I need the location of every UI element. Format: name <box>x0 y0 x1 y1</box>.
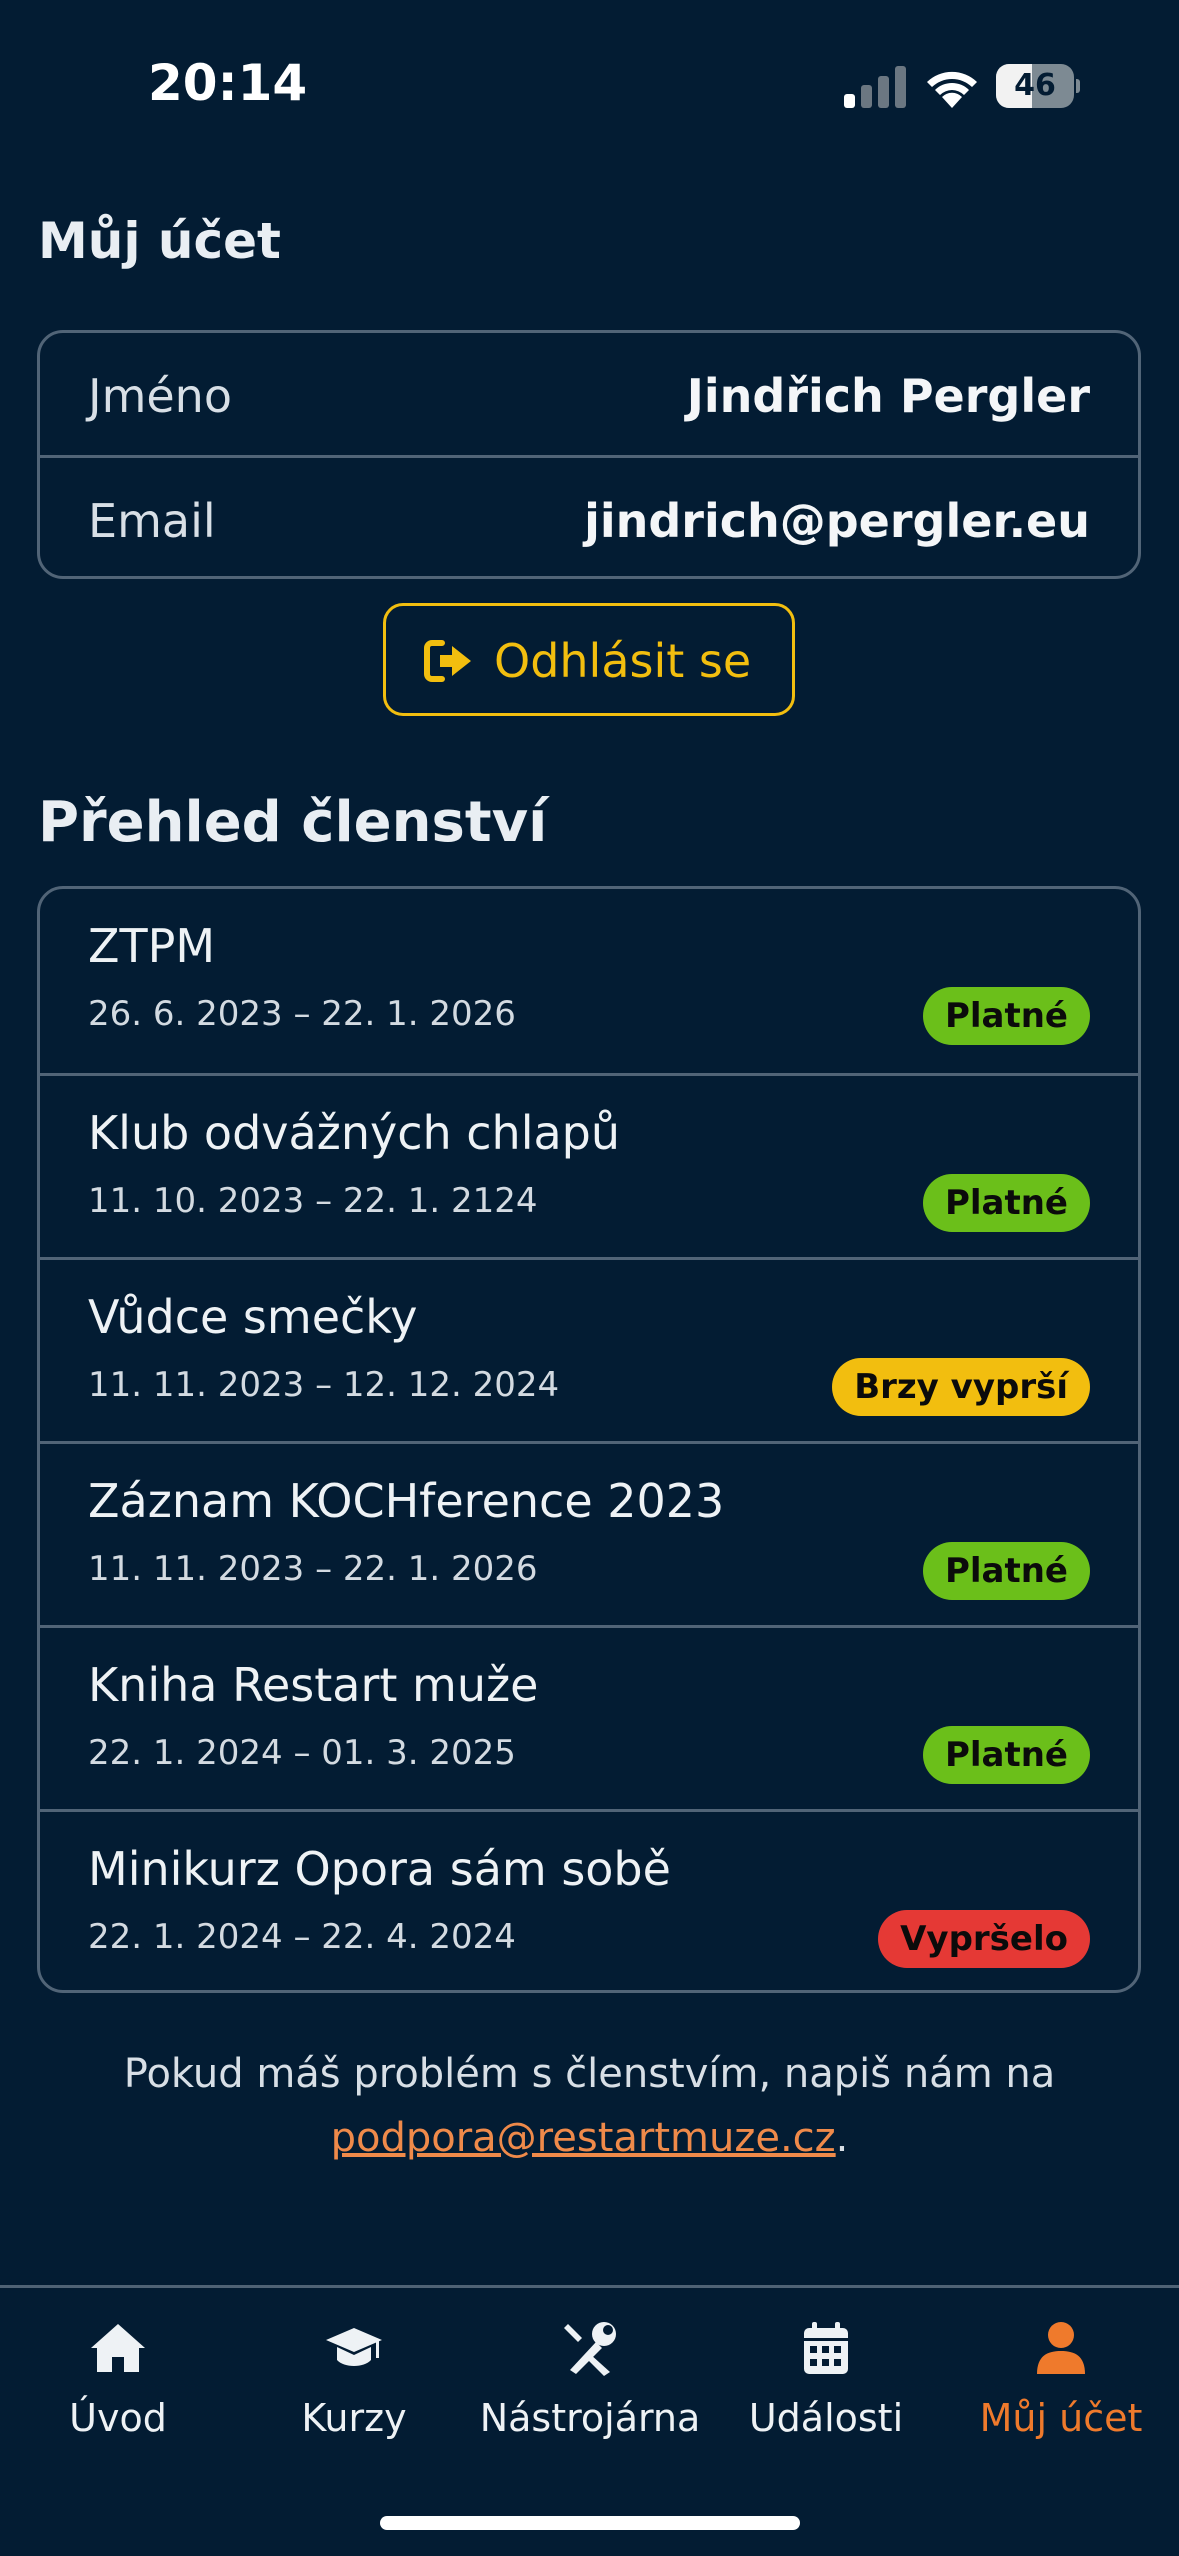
tab-tools[interactable]: Nástrojárna <box>472 2310 708 2450</box>
tab-courses[interactable]: Kurzy <box>236 2310 472 2450</box>
tools-icon <box>564 2322 616 2376</box>
status-badge: Platné <box>922 1174 1090 1232</box>
membership-name: Záznam KOCHference 2023 <box>88 1474 725 1528</box>
name-row: Jméno Jindřich Pergler <box>40 333 1138 455</box>
tab-label: Můj účet <box>979 2396 1143 2440</box>
support-email-link[interactable]: podpora@restartmuze.cz <box>331 2115 836 2161</box>
status-time: 20:14 <box>148 54 308 112</box>
email-label: Email <box>88 494 216 548</box>
home-icon <box>91 2324 145 2372</box>
status-badge: Platné <box>922 987 1090 1045</box>
tab-my-account[interactable]: Můj účet <box>943 2310 1179 2450</box>
membership-dates: 11. 11. 2023 – 12. 12. 2024 <box>88 1365 560 1405</box>
membership-dates: 22. 1. 2024 – 22. 4. 2024 <box>88 1917 516 1957</box>
status-badge: Brzy vyprší <box>832 1358 1090 1416</box>
status-badge: Platné <box>922 1542 1090 1600</box>
tab-events[interactable]: Události <box>708 2310 944 2450</box>
membership-name: Minikurz Opora sám sobě <box>88 1842 671 1896</box>
calendar-icon <box>804 2322 848 2374</box>
membership-dates: 26. 6. 2023 – 22. 1. 2026 <box>88 994 516 1034</box>
user-icon <box>1037 2322 1085 2374</box>
membership-item: ZTPM 26. 6. 2023 – 22. 1. 2026 Platné <box>40 889 1138 1073</box>
sign-out-icon <box>424 640 471 682</box>
account-info-card: Jméno Jindřich Pergler Email jindrich@pe… <box>37 330 1141 579</box>
membership-dates: 11. 11. 2023 – 22. 1. 2026 <box>88 1549 538 1589</box>
status-badge: Vypršelo <box>878 1910 1090 1968</box>
tab-label: Události <box>748 2396 904 2440</box>
page-title: Můj účet <box>38 212 281 270</box>
tab-label: Kurzy <box>301 2396 407 2440</box>
membership-item: Záznam KOCHference 2023 11. 11. 2023 – 22… <box>40 1441 1138 1625</box>
tab-label: Úvod <box>69 2396 167 2440</box>
logout-button[interactable]: Odhlásit se <box>383 603 795 716</box>
membership-item: Kniha Restart muže 22. 1. 2024 – 01. 3. 2… <box>40 1625 1138 1809</box>
name-value: Jindřich Pergler <box>686 369 1090 423</box>
membership-name: Kniha Restart muže <box>88 1658 539 1712</box>
email-row: Email jindrich@pergler.eu <box>40 455 1138 576</box>
help-text: Pokud máš problém s členstvím, napiš nám… <box>0 2042 1179 2170</box>
membership-title: Přehled členství <box>38 790 548 855</box>
help-message: Pokud máš problém s členstvím, napiš nám… <box>123 2051 1056 2097</box>
membership-item: Klub odvážných chlapů 11. 10. 2023 – 22. … <box>40 1073 1138 1257</box>
battery-level-text: 46 <box>1014 68 1056 103</box>
membership-item: Minikurz Opora sám sobě 22. 1. 2024 – 22.… <box>40 1809 1138 1990</box>
status-bar: 20:14 46 <box>0 0 1179 175</box>
home-indicator[interactable] <box>380 2516 800 2530</box>
membership-dates: 11. 10. 2023 – 22. 1. 2124 <box>88 1181 538 1221</box>
membership-dates: 22. 1. 2024 – 01. 3. 2025 <box>88 1733 516 1773</box>
membership-name: ZTPM <box>88 919 216 973</box>
email-value: jindrich@pergler.eu <box>584 494 1090 548</box>
name-label: Jméno <box>88 369 232 423</box>
battery-icon: 46 <box>996 64 1080 108</box>
membership-name: Klub odvážných chlapů <box>88 1106 621 1160</box>
logout-label: Odhlásit se <box>494 634 752 688</box>
membership-item: Vůdce smečky 11. 11. 2023 – 12. 12. 2024 B… <box>40 1257 1138 1441</box>
status-badge: Platné <box>922 1726 1090 1784</box>
help-suffix: . <box>835 2115 849 2161</box>
tab-home[interactable]: Úvod <box>0 2310 236 2450</box>
membership-name: Vůdce smečky <box>88 1290 418 1344</box>
graduation-cap-icon <box>326 2328 382 2366</box>
cellular-signal-icon <box>844 66 906 108</box>
wifi-icon <box>927 71 977 108</box>
tab-label: Nástrojárna <box>479 2396 701 2440</box>
membership-list: ZTPM 26. 6. 2023 – 22. 1. 2026 Platné Klub … <box>37 886 1141 1993</box>
